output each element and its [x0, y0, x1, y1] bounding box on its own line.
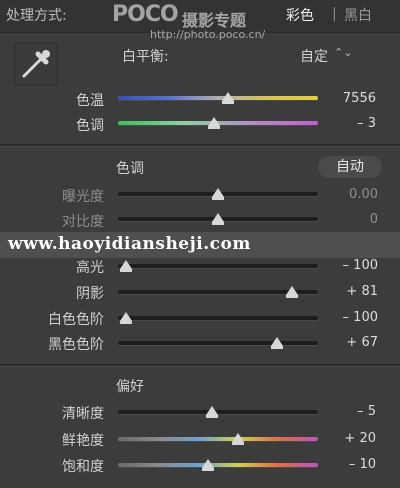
- presence-title: 偏好: [116, 379, 144, 395]
- clarity-value[interactable]: – 5: [326, 404, 376, 419]
- eyedropper-icon[interactable]: [14, 42, 58, 86]
- contrast-label: 对比度: [62, 214, 104, 230]
- whites-slider-thumb[interactable]: [120, 312, 132, 324]
- saturation-label: 饱和度: [62, 459, 104, 475]
- treatment-label: 处理方式:: [6, 8, 67, 24]
- blacks-label: 黑色色阶: [48, 337, 104, 353]
- shadows-value[interactable]: + 81: [328, 284, 378, 299]
- section-separator: [0, 144, 400, 147]
- blacks-slider[interactable]: [118, 341, 318, 345]
- select-arrows-icon[interactable]: ⌃⌄: [334, 46, 352, 59]
- watermark-url: http://photo.poco.cn/: [150, 28, 266, 41]
- highlights-slider-thumb[interactable]: [120, 260, 132, 272]
- whites-value[interactable]: – 100: [328, 310, 378, 325]
- temp-slider[interactable]: [118, 96, 318, 100]
- blacks-slider-thumb[interactable]: [270, 337, 283, 349]
- tint-slider-thumb[interactable]: [208, 117, 220, 129]
- section-separator: [0, 364, 400, 367]
- exposure-label: 曝光度: [62, 189, 104, 205]
- exposure-slider-thumb[interactable]: [212, 188, 224, 200]
- shadows-label: 阴影: [76, 286, 104, 302]
- temp-slider-thumb[interactable]: [222, 92, 234, 104]
- white-balance-select[interactable]: 自定: [300, 46, 328, 66]
- shadows-slider-thumb[interactable]: [285, 286, 298, 298]
- bw-option[interactable]: 黑白: [344, 5, 372, 25]
- temp-value[interactable]: 7556: [326, 91, 376, 106]
- temp-label: 色温: [76, 93, 104, 109]
- color-option[interactable]: 彩色: [286, 5, 314, 25]
- basic-panel: 处理方式: 彩色 | 黑白 POCO 摄影专题 http://photo.poc…: [0, 0, 400, 488]
- clarity-label: 清晰度: [62, 406, 104, 422]
- blacks-value[interactable]: + 67: [328, 335, 378, 350]
- clarity-slider-thumb[interactable]: [206, 406, 218, 418]
- whites-slider[interactable]: [118, 316, 318, 320]
- exposure-value[interactable]: 0.00: [328, 187, 378, 202]
- whites-label: 白色色阶: [48, 312, 104, 328]
- highlights-slider[interactable]: [118, 264, 318, 268]
- vibrance-label: 鲜艳度: [62, 433, 104, 449]
- watermark-site: www.haoyidiansheji.com: [8, 234, 251, 254]
- saturation-slider-thumb[interactable]: [202, 459, 214, 471]
- clarity-slider[interactable]: [118, 410, 318, 414]
- tint-value[interactable]: – 3: [326, 116, 376, 131]
- vibrance-slider-thumb[interactable]: [232, 433, 244, 445]
- tint-label: 色调: [76, 118, 104, 134]
- contrast-slider-thumb[interactable]: [212, 213, 224, 225]
- vibrance-slider[interactable]: [118, 437, 318, 441]
- highlights-label: 高光: [76, 260, 104, 276]
- vibrance-value[interactable]: + 20: [326, 431, 376, 446]
- contrast-value[interactable]: 0: [328, 212, 378, 227]
- tone-title: 色调: [116, 161, 144, 177]
- saturation-slider[interactable]: [118, 463, 318, 467]
- watermark-logo: POCO: [112, 2, 179, 27]
- auto-tone-button[interactable]: 自动: [318, 156, 382, 178]
- option-divider: |: [332, 6, 337, 22]
- white-balance-label: 白平衡:: [122, 49, 169, 65]
- saturation-value[interactable]: – 10: [326, 457, 376, 472]
- highlights-value[interactable]: – 100: [328, 258, 378, 273]
